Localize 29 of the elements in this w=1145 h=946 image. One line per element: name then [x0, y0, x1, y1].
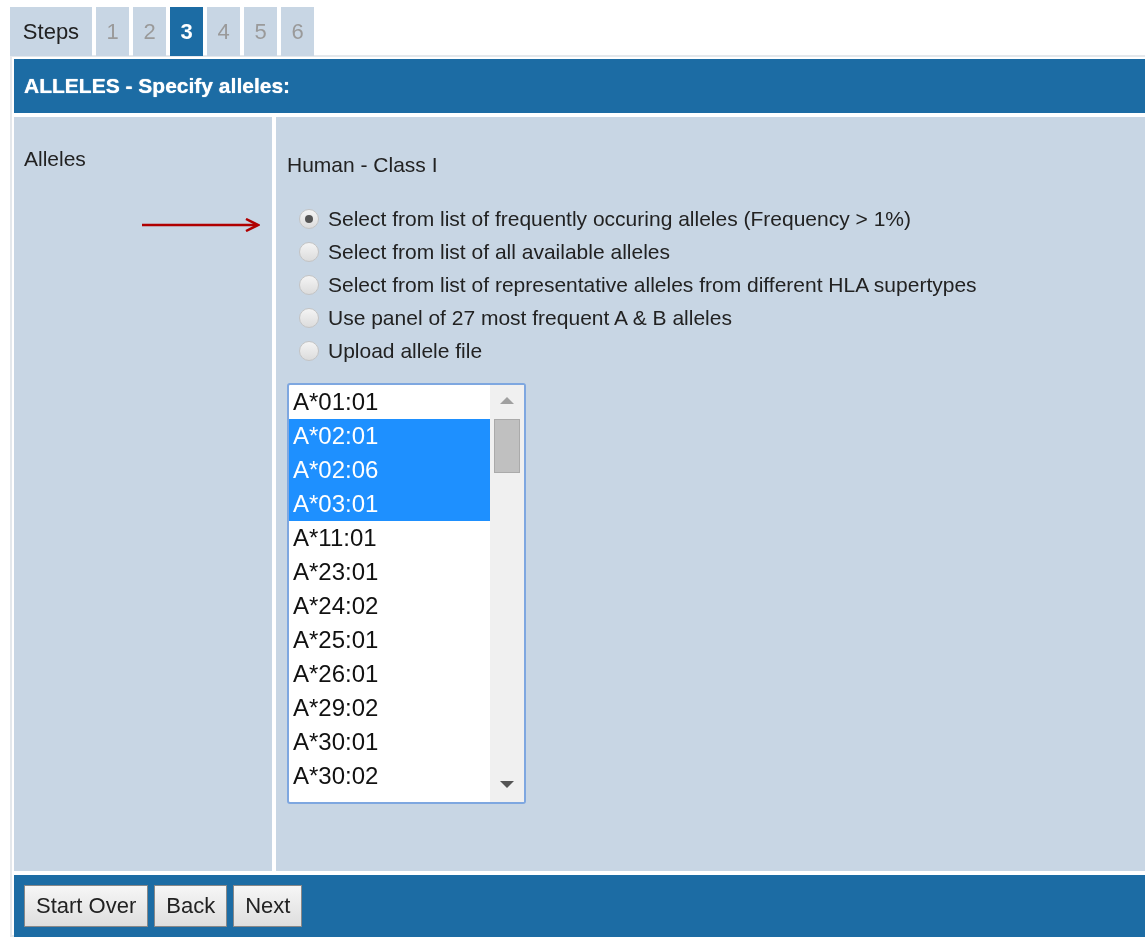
list-option[interactable]: A*23:01	[289, 555, 490, 589]
section-label: Human - Class I	[287, 153, 438, 177]
option-label[interactable]: Select from list of representative alleles from different HLA supertypes	[328, 273, 977, 297]
list-option[interactable]: A*30:01	[289, 725, 490, 759]
scrollbar[interactable]	[490, 385, 524, 802]
list-option[interactable]: A*25:01	[289, 623, 490, 657]
nav-button[interactable]: Next	[233, 885, 303, 927]
panel-title: ALLELES - Specify alleles:	[24, 74, 291, 98]
list-option[interactable]: A*11:01	[289, 521, 490, 555]
allele-listbox[interactable]: A*01:01 A*02:01 A*02:06 A*03:01 A*11:01 A*23:01 A*24:02 A*25:01 A*26:01 A*29:02 A*30:01 A*30:02	[287, 383, 526, 804]
radio-button[interactable]	[299, 308, 319, 328]
list-option[interactable]: A*30:02	[289, 759, 490, 793]
list-option[interactable]: A*26:01	[289, 657, 490, 691]
list-option[interactable]: A*29:02	[289, 691, 490, 725]
option-label[interactable]: Select from list of frequently occuring alleles (Frequency > 1%)	[328, 207, 911, 231]
option-label[interactable]: Upload allele file	[328, 339, 483, 363]
nav-button[interactable]: Back	[154, 885, 228, 927]
radio-button[interactable]	[299, 242, 319, 262]
radio-button[interactable]	[299, 209, 319, 229]
field-label: Alleles	[24, 147, 86, 170]
list-option[interactable]: A*01:01	[289, 385, 490, 419]
step-tab[interactable]: 3	[170, 7, 203, 56]
steps-label: Steps	[10, 7, 92, 56]
list-option[interactable]: A*24:02	[289, 589, 490, 623]
radio-button[interactable]	[299, 341, 319, 361]
radio-button[interactable]	[299, 275, 319, 295]
nav-button[interactable]: Start Over	[24, 885, 149, 927]
option-label[interactable]: Select from list of all available alleles	[328, 240, 670, 264]
option-label[interactable]: Use panel of 27 most frequent A & B alleles	[328, 306, 732, 330]
